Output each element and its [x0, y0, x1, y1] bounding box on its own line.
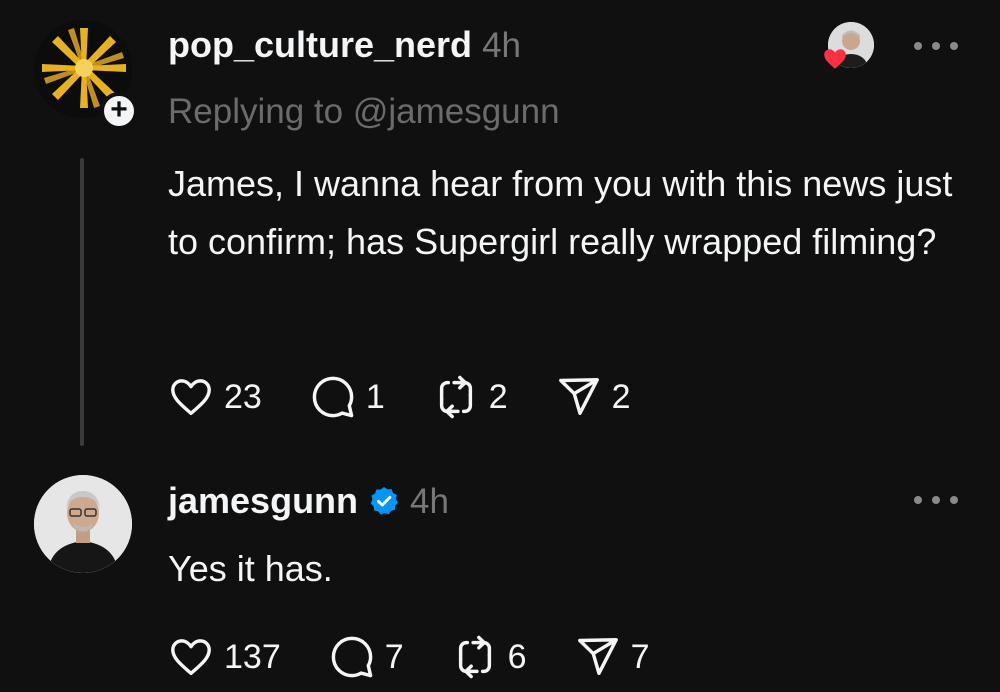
follow-plus-button[interactable]: + [100, 92, 138, 130]
timestamp: 4h [410, 482, 449, 521]
heart-outline-icon [171, 639, 211, 676]
action-bar: 23 1 2 2 [168, 374, 679, 420]
reply-count: 1 [365, 377, 385, 416]
like-button[interactable]: 137 [168, 634, 281, 680]
timestamp: 4h [482, 26, 521, 65]
repost-count: 6 [507, 637, 527, 676]
verified-badge-icon [370, 487, 399, 515]
send-paper-plane-icon [577, 638, 618, 676]
more-options-button[interactable] [914, 494, 958, 506]
speech-bubble-icon [312, 376, 354, 418]
repost-arrows-icon [458, 635, 491, 679]
repost-arrows-icon [439, 375, 472, 419]
post-header: jamesgunn 4h [168, 480, 449, 522]
avatar[interactable] [34, 475, 132, 573]
post-text: James, I wanna hear from you with this n… [168, 163, 953, 262]
like-count: 137 [224, 637, 281, 676]
share-count: 2 [611, 377, 631, 416]
reply-post: + pop_culture_nerd 4h Replying to @james… [0, 0, 1000, 460]
repost-button[interactable]: 2 [433, 374, 508, 420]
author-reply-post: jamesgunn 4h Yes it has. 137 7 6 7 [0, 460, 1000, 692]
profile-photo-image [34, 475, 132, 573]
repost-button[interactable]: 6 [452, 634, 527, 680]
heart-outline-icon [171, 379, 211, 416]
post-text: Yes it has. [168, 548, 333, 589]
repost-count: 2 [488, 377, 508, 416]
action-bar: 137 7 6 7 [168, 634, 698, 680]
reply-count: 7 [384, 637, 404, 676]
reply-button[interactable]: 7 [329, 634, 404, 680]
speech-bubble-icon [331, 636, 373, 678]
like-count: 23 [224, 377, 262, 416]
username[interactable]: jamesgunn [168, 480, 358, 522]
liked-by-author-indicator [824, 22, 874, 70]
username[interactable]: pop_culture_nerd [168, 24, 472, 66]
share-count: 7 [630, 637, 650, 676]
share-button[interactable]: 7 [575, 634, 650, 680]
reply-button[interactable]: 1 [310, 374, 385, 420]
red-heart-icon [824, 49, 846, 69]
like-button[interactable]: 23 [168, 374, 262, 420]
send-paper-plane-icon [558, 378, 599, 416]
thread-line [80, 158, 84, 446]
replying-to-label[interactable]: Replying to @jamesgunn [168, 92, 560, 132]
more-horizontal-icon [914, 496, 922, 504]
more-options-button[interactable] [914, 40, 958, 52]
share-button[interactable]: 2 [556, 374, 631, 420]
more-horizontal-icon [914, 42, 922, 50]
post-header: pop_culture_nerd 4h [168, 24, 521, 66]
